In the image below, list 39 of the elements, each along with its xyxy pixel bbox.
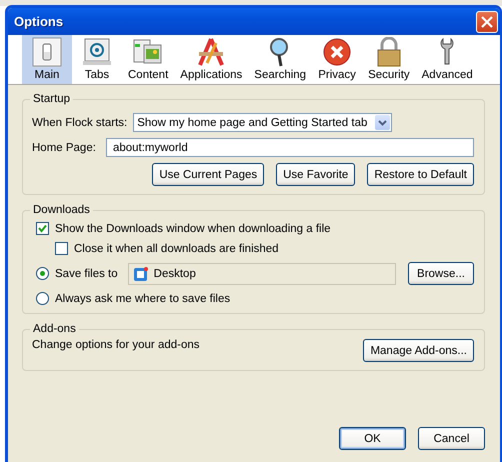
radio-label: Save files to bbox=[55, 268, 118, 280]
dialog-button[interactable]: Cancel bbox=[418, 427, 485, 450]
toolbar-tab[interactable]: Tabs bbox=[72, 35, 122, 84]
toolbar-tab[interactable]: Searching bbox=[248, 35, 312, 84]
switch-icon bbox=[32, 37, 62, 67]
group-title: Startup bbox=[32, 93, 72, 105]
dialog-button[interactable]: OK bbox=[339, 427, 406, 450]
field-label: When Flock starts: bbox=[32, 116, 128, 128]
radio-button[interactable] bbox=[36, 267, 49, 280]
close-icon bbox=[481, 16, 493, 28]
field-label: Home Page: bbox=[32, 142, 96, 154]
checkbox[interactable] bbox=[36, 222, 49, 235]
browse-button[interactable]: Browse... bbox=[408, 262, 474, 285]
group-title: Add-ons bbox=[32, 323, 77, 335]
radio-button[interactable] bbox=[36, 292, 49, 305]
folder-icon bbox=[132, 266, 149, 282]
folder-name: Desktop bbox=[154, 268, 196, 280]
window-title: Options bbox=[14, 14, 64, 29]
toolbar-tab[interactable]: Applications bbox=[174, 35, 248, 84]
close-button[interactable] bbox=[476, 10, 498, 32]
folder-field[interactable]: Desktop bbox=[128, 262, 396, 284]
toolbar-tab[interactable]: Privacy bbox=[312, 35, 362, 84]
group-title: Downloads bbox=[32, 204, 91, 216]
checkbox[interactable] bbox=[55, 242, 68, 255]
action-button[interactable]: Use Favorite bbox=[276, 163, 356, 186]
checkbox-label: Close it when all downloads are finished bbox=[74, 242, 279, 254]
toolbar-tab[interactable]: Security bbox=[362, 35, 416, 84]
toolbar-tab[interactable]: Content bbox=[122, 35, 174, 84]
pencil-ruler-icon bbox=[196, 37, 226, 67]
radio-label: Always ask me where to save files bbox=[55, 292, 230, 304]
description-text: Change options for your add-ons bbox=[32, 339, 200, 351]
home-page-field[interactable]: about:myworld bbox=[106, 138, 474, 157]
startup-dropdown[interactable]: Show my home page and Getting Started tab bbox=[133, 113, 392, 132]
checkbox-label: Show the Downloads window when downloading a file bbox=[55, 222, 331, 234]
toolbar-tab[interactable]: Advanced bbox=[416, 35, 479, 84]
toolbar-tab[interactable]: Main bbox=[22, 35, 72, 84]
action-button[interactable]: Restore to Default bbox=[367, 163, 474, 186]
action-button[interactable]: Use Current Pages bbox=[152, 163, 264, 186]
manage-addons-button[interactable]: Manage Add-ons... bbox=[363, 339, 474, 362]
